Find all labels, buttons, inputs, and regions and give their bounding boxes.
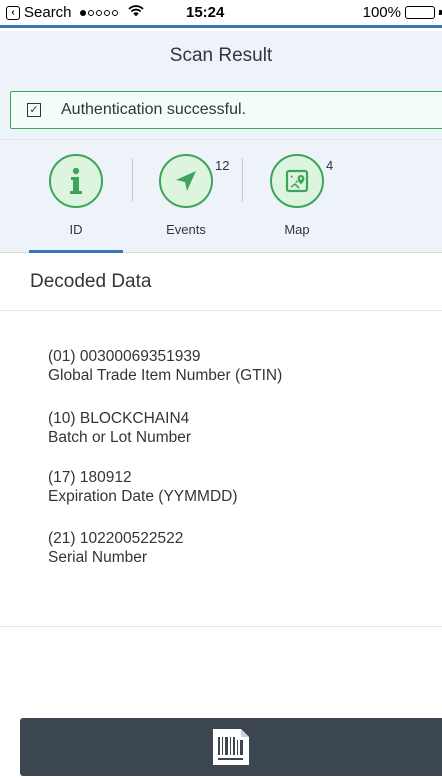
status-bar: ‹ Search 15:24 100% — [0, 0, 442, 28]
status-left: ‹ Search — [6, 4, 144, 21]
list-item: (17) 180912 Expiration Date (YYMMDD) — [48, 468, 238, 506]
decoded-description: Expiration Date (YYMMDD) — [48, 488, 238, 505]
decoded-description: Global Trade Item Number (GTIN) — [48, 367, 283, 384]
map-icon — [285, 169, 309, 193]
tab-map-circle[interactable] — [270, 154, 324, 208]
navigation-arrow-icon — [176, 171, 196, 191]
decoded-code: (17) 180912 — [48, 469, 132, 486]
battery-percent: 100% — [362, 4, 401, 21]
page-header: Scan Result — [0, 31, 442, 81]
status-right: 100% — [363, 4, 442, 21]
tab-id-circle[interactable] — [49, 154, 103, 208]
battery-icon — [405, 6, 435, 19]
decoded-code: (10) BLOCKCHAIN4 — [48, 410, 190, 427]
wifi-icon — [127, 5, 144, 20]
barcode-scan-icon — [213, 729, 249, 765]
tab-events[interactable]: Events 12 — [153, 154, 229, 237]
footer-toolbar — [20, 718, 442, 776]
decoded-description: Batch or Lot Number — [48, 429, 192, 446]
back-to-app-icon[interactable]: ‹ — [6, 5, 20, 20]
page-title: Scan Result — [169, 45, 273, 66]
signal-strength-icon — [79, 9, 118, 16]
tab-separator — [132, 158, 133, 202]
tab-separator — [242, 158, 243, 202]
tab-map[interactable]: Map 4 — [264, 154, 334, 237]
info-icon — [70, 167, 82, 194]
list-item: (21) 102200522522 Serial Number — [48, 529, 183, 567]
message-text: Authentication successful. — [61, 101, 246, 118]
message-area: ✓ Authentication successful. — [0, 81, 442, 139]
back-app-label[interactable]: Search — [24, 4, 72, 21]
checkbox-check-icon: ✓ — [27, 103, 41, 117]
decoded-data-list: (01) 00300069351939 Global Trade Item Nu… — [0, 311, 442, 627]
icon-tab-bar: ID Events 12 Map 4 — [0, 139, 442, 253]
tab-events-count: 12 — [215, 158, 230, 173]
tab-map-count: 4 — [326, 158, 334, 173]
tab-id[interactable]: ID — [43, 154, 109, 237]
section-title-text: Decoded Data — [30, 270, 152, 292]
list-item: (01) 00300069351939 Global Trade Item Nu… — [48, 347, 282, 385]
tab-id-label[interactable]: ID — [43, 222, 109, 237]
scan-barcode-button[interactable] — [208, 725, 254, 769]
decoded-description: Serial Number — [48, 549, 148, 566]
decoded-code: (01) 00300069351939 — [48, 348, 201, 365]
list-item: (10) BLOCKCHAIN4 Batch or Lot Number — [48, 409, 191, 447]
section-title: Decoded Data — [0, 253, 442, 311]
tab-events-label[interactable]: Events — [153, 222, 219, 237]
tab-events-circle[interactable] — [159, 154, 213, 208]
success-message-strip: ✓ Authentication successful. — [10, 91, 442, 129]
tab-map-label[interactable]: Map — [264, 222, 330, 237]
status-time: 15:24 — [186, 4, 225, 21]
decoded-code: (21) 102200522522 — [48, 530, 184, 547]
